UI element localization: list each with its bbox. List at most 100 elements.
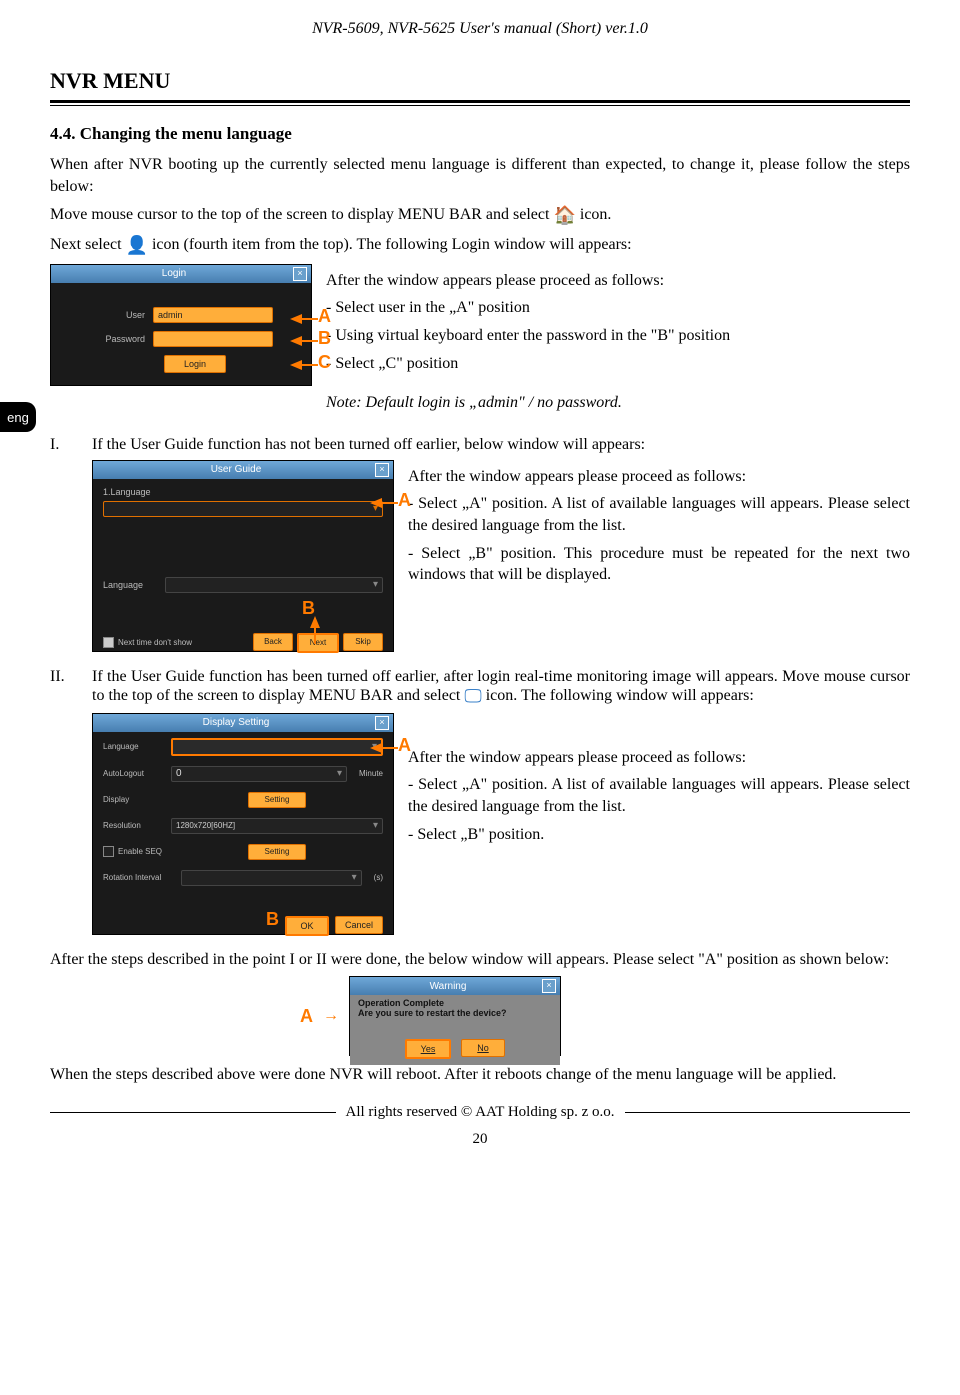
- guide-checkbox[interactable]: Next time don't show: [103, 637, 192, 648]
- rotation-label: Rotation Interval: [103, 873, 173, 882]
- autologout-unit: Minute: [359, 769, 383, 778]
- callout-a: A: [318, 306, 331, 327]
- lang-dropdown[interactable]: ▾: [171, 738, 383, 756]
- next-select-post: icon (fourth item from the top). The fol…: [152, 236, 632, 253]
- user-field[interactable]: admin: [153, 307, 273, 323]
- page-number: 20: [50, 1131, 910, 1148]
- login-step-3: - Select „C" position: [326, 353, 910, 375]
- login-step-2: - Using virtual keyboard enter the passw…: [326, 325, 910, 347]
- heading-rule: [50, 100, 910, 106]
- autologout-field[interactable]: 0▾: [171, 766, 347, 782]
- home-icon: 🏠: [553, 203, 575, 227]
- dropdown-icon: ▾: [337, 768, 342, 779]
- yes-button[interactable]: Yes: [405, 1039, 451, 1059]
- checkbox-icon: [103, 846, 114, 857]
- warning-screenshot: Warning × Operation Complete Are you sur…: [349, 976, 561, 1056]
- close-icon[interactable]: ×: [293, 267, 307, 281]
- no-button[interactable]: No: [461, 1039, 505, 1057]
- move-cursor-line: Move mouse cursor to the top of the scre…: [50, 203, 910, 227]
- section-ii-post: icon. The following window will appears:: [486, 687, 754, 704]
- no-label: No: [477, 1043, 489, 1053]
- close-icon[interactable]: ×: [375, 716, 389, 730]
- resolution-label: Resolution: [103, 821, 163, 830]
- disp-step-2: - Select „B" position.: [408, 824, 910, 846]
- autologout-label: AutoLogout: [103, 769, 163, 778]
- checkbox-icon: [103, 637, 114, 648]
- resolution-value: 1280x720[60HZ]: [176, 821, 235, 830]
- guide-lang-dropdown[interactable]: ▾: [103, 501, 383, 517]
- display-setting-button[interactable]: Setting: [248, 792, 306, 808]
- guide-top-label: 1.Language: [103, 487, 383, 497]
- intro-text: When after NVR booting up the currently …: [50, 154, 910, 197]
- enable-seq-checkbox[interactable]: Enable SEQ: [103, 846, 163, 857]
- user-label: User: [89, 310, 145, 320]
- enable-seq-label: Enable SEQ: [118, 847, 162, 856]
- guide-checkbox-label: Next time don't show: [118, 638, 192, 647]
- disp-step-1: - Select „A" position. A list of availab…: [408, 774, 910, 817]
- guide-screenshot: User Guide × 1.Language ▾ Language ▾ Nex…: [92, 460, 394, 652]
- seq-setting-button[interactable]: Setting: [248, 844, 306, 860]
- password-field[interactable]: [153, 331, 273, 347]
- monitor-icon: 🖵: [464, 686, 481, 707]
- doc-header: NVR-5609, NVR-5625 User's manual (Short)…: [50, 20, 910, 38]
- section-title: 4.4. Changing the menu language: [50, 124, 910, 144]
- footer-rule-right: [625, 1112, 911, 1113]
- roman-i: I.: [50, 436, 74, 454]
- resolution-field[interactable]: 1280x720[60HZ] ▾: [171, 818, 383, 834]
- arrow-a-icon: [290, 314, 302, 324]
- close-icon[interactable]: ×: [542, 979, 556, 993]
- guide-lead: After the window appears please proceed …: [408, 466, 910, 488]
- ok-button[interactable]: OK: [285, 916, 329, 936]
- arrow-right-icon: →: [323, 1007, 339, 1025]
- footer-rule-left: [50, 1112, 336, 1113]
- display-screenshot: Display Setting × Language ▾ AutoLogout …: [92, 713, 394, 935]
- login-title: Login: [55, 268, 293, 279]
- guide-lang-label: Language: [103, 580, 157, 590]
- language-tab: eng: [0, 402, 36, 432]
- callout-a: A: [398, 735, 411, 756]
- callout-b: B: [318, 328, 331, 349]
- cancel-button[interactable]: Cancel: [335, 916, 383, 934]
- dropdown-icon: ▾: [352, 872, 357, 883]
- guide-next-button[interactable]: Next: [297, 633, 339, 653]
- password-label: Password: [89, 334, 145, 344]
- close-icon[interactable]: ×: [375, 463, 389, 477]
- dropdown-icon: ▾: [373, 820, 378, 831]
- arrow-b-icon: [290, 336, 302, 346]
- arrow-c-icon: [290, 360, 302, 370]
- autologout-value: 0: [176, 768, 182, 779]
- guide-back-button[interactable]: Back: [253, 633, 293, 651]
- after-steps-text: After the steps described in the point I…: [50, 949, 910, 971]
- display-title: Display Setting: [97, 717, 375, 728]
- warning-title: Warning: [354, 981, 542, 992]
- rotation-unit: (s): [374, 873, 383, 882]
- move-cursor-post: icon.: [580, 206, 612, 223]
- login-lead: After the window appears please proceed …: [326, 270, 910, 292]
- arrow-a-icon: [370, 498, 382, 508]
- roman-ii: II.: [50, 668, 74, 707]
- yes-label: Yes: [421, 1044, 436, 1054]
- callout-c: C: [318, 352, 331, 373]
- callout-a: A: [398, 490, 411, 511]
- dropdown-icon: ▾: [373, 579, 378, 590]
- next-select-line: Next select 👤 icon (fourth item from the…: [50, 233, 910, 257]
- page-heading: NVR MENU: [50, 68, 910, 94]
- user-icon: 👤: [126, 233, 148, 257]
- guide-step-2: - Select „B" position. This procedure mu…: [408, 543, 910, 586]
- guide-lang-field-2[interactable]: ▾: [165, 577, 383, 593]
- section-i-text: If the User Guide function has not been …: [92, 436, 645, 454]
- login-note: Note: Default login is „admin" / no pass…: [326, 392, 910, 414]
- disp-lead: After the window appears please proceed …: [408, 747, 910, 769]
- warning-line2: Are you sure to restart the device?: [358, 1009, 552, 1019]
- callout-b: B: [266, 909, 279, 930]
- guide-skip-button[interactable]: Skip: [343, 633, 383, 651]
- display-label: Display: [103, 795, 163, 804]
- guide-title: User Guide: [97, 464, 375, 475]
- arrow-a-icon: [370, 743, 382, 753]
- guide-step-1: - Select „A" position. A list of availab…: [408, 493, 910, 536]
- rotation-field[interactable]: ▾: [181, 870, 362, 886]
- user-value: admin: [158, 310, 183, 320]
- lang-label: Language: [103, 742, 163, 751]
- login-button[interactable]: Login: [164, 355, 226, 373]
- closing-text: When the steps described above were done…: [50, 1064, 910, 1086]
